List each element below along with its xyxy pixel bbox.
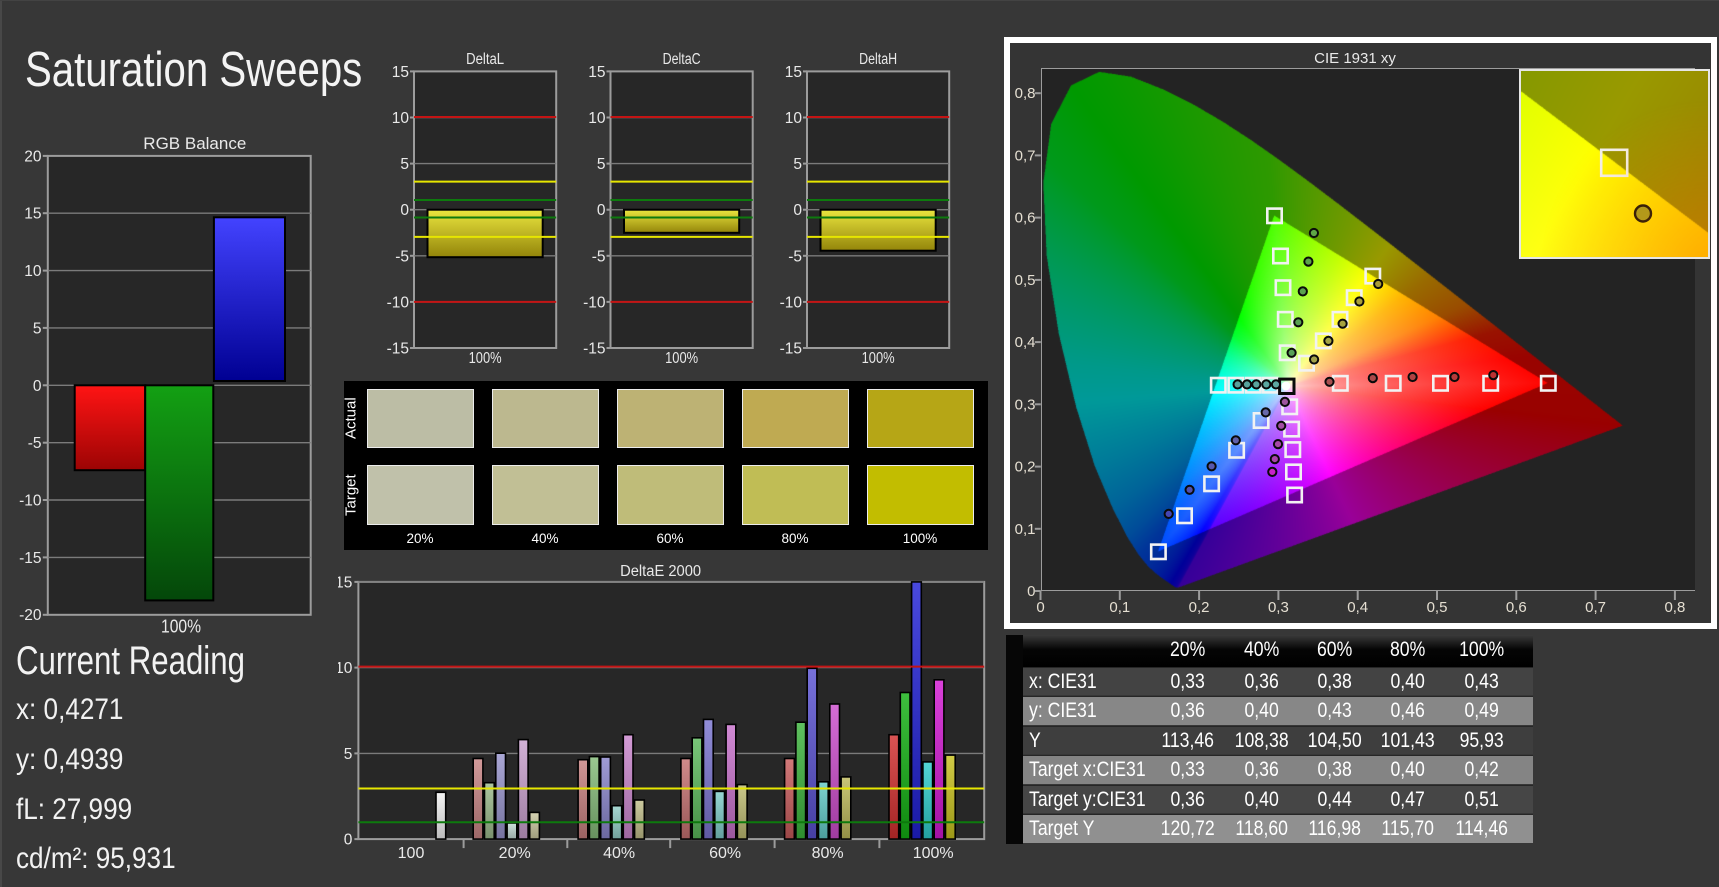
svg-text:-10: -10 — [780, 294, 803, 311]
svg-text:0: 0 — [344, 832, 353, 849]
svg-text:-15: -15 — [387, 341, 409, 358]
svg-text:DeltaE 2000: DeltaE 2000 — [620, 563, 701, 580]
svg-text:60%: 60% — [709, 845, 741, 862]
svg-text:-10: -10 — [387, 294, 410, 311]
svg-text:DeltaL: DeltaL — [466, 51, 504, 68]
svg-text:0,1: 0,1 — [1015, 521, 1036, 538]
svg-text:-15: -15 — [780, 341, 802, 358]
svg-text:0,7: 0,7 — [1015, 147, 1036, 164]
svg-text:0,7: 0,7 — [1585, 599, 1606, 616]
svg-text:15: 15 — [24, 206, 41, 223]
svg-text:-10: -10 — [19, 493, 42, 510]
svg-text:10: 10 — [588, 110, 606, 127]
svg-text:0: 0 — [793, 202, 802, 219]
svg-text:-5: -5 — [395, 248, 409, 265]
svg-text:15: 15 — [392, 64, 409, 81]
svg-text:100%: 100% — [469, 350, 502, 367]
svg-text:0,2: 0,2 — [1015, 459, 1036, 476]
svg-text:-15: -15 — [583, 341, 605, 358]
svg-text:0: 0 — [1036, 599, 1044, 616]
svg-text:5: 5 — [344, 746, 353, 763]
svg-text:-5: -5 — [592, 248, 606, 265]
svg-text:0,8: 0,8 — [1664, 599, 1685, 616]
svg-text:0,2: 0,2 — [1189, 599, 1210, 616]
svg-text:5: 5 — [793, 156, 802, 173]
svg-text:10: 10 — [392, 110, 410, 127]
svg-text:-15: -15 — [19, 550, 41, 567]
svg-text:10: 10 — [24, 263, 42, 280]
svg-text:100%: 100% — [161, 616, 201, 637]
svg-text:20%: 20% — [499, 845, 531, 862]
svg-text:10: 10 — [785, 110, 803, 127]
svg-text:0,8: 0,8 — [1015, 85, 1036, 102]
svg-text:15: 15 — [588, 64, 605, 81]
svg-text:20: 20 — [24, 148, 42, 165]
svg-text:0,4: 0,4 — [1015, 334, 1036, 351]
svg-text:100%: 100% — [862, 350, 895, 367]
svg-text:5: 5 — [33, 320, 42, 337]
svg-text:DeltaH: DeltaH — [859, 51, 897, 68]
svg-text:0,1: 0,1 — [1109, 599, 1130, 616]
svg-text:0: 0 — [400, 202, 409, 219]
svg-text:0,6: 0,6 — [1506, 599, 1527, 616]
svg-text:5: 5 — [400, 156, 409, 173]
svg-text:0,3: 0,3 — [1015, 396, 1036, 413]
svg-text:100%: 100% — [665, 350, 698, 367]
svg-text:80%: 80% — [812, 845, 844, 862]
svg-text:0: 0 — [33, 378, 42, 395]
svg-text:100: 100 — [398, 845, 425, 862]
svg-text:15: 15 — [338, 574, 352, 591]
svg-text:0,5: 0,5 — [1015, 272, 1036, 289]
svg-text:0: 0 — [597, 202, 606, 219]
svg-text:0,3: 0,3 — [1268, 599, 1289, 616]
svg-text:0,4: 0,4 — [1347, 599, 1368, 616]
svg-text:-5: -5 — [28, 435, 42, 452]
svg-text:0,6: 0,6 — [1015, 210, 1036, 227]
svg-text:15: 15 — [785, 64, 802, 81]
svg-text:100%: 100% — [913, 845, 954, 862]
svg-text:0: 0 — [1027, 583, 1035, 600]
svg-text:0,5: 0,5 — [1427, 599, 1448, 616]
svg-text:RGB Balance: RGB Balance — [143, 135, 246, 153]
svg-text:5: 5 — [597, 156, 606, 173]
svg-text:DeltaC: DeltaC — [663, 51, 701, 68]
svg-text:-10: -10 — [583, 294, 606, 311]
svg-text:10: 10 — [338, 660, 353, 677]
svg-text:-20: -20 — [19, 607, 42, 624]
svg-text:-5: -5 — [788, 248, 802, 265]
svg-text:40%: 40% — [603, 845, 635, 862]
